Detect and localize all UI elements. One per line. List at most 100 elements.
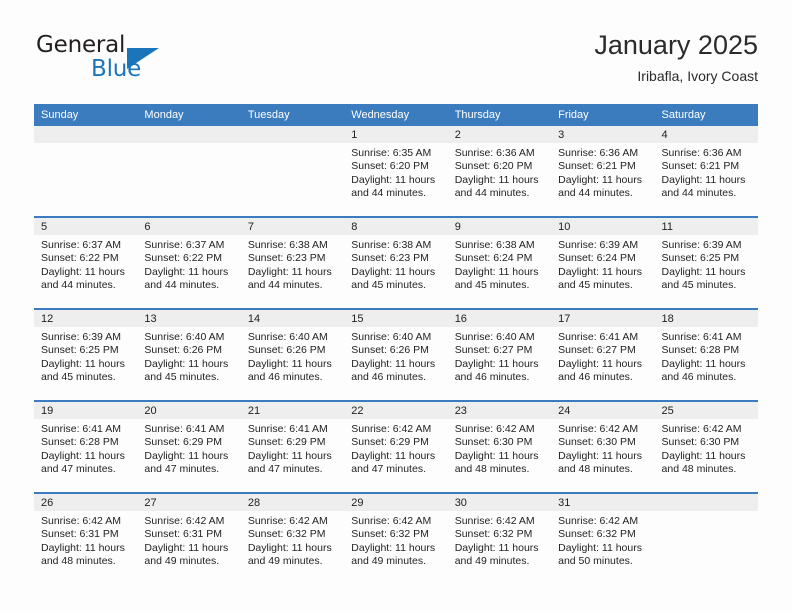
day-details: Sunrise: 6:38 AM Sunset: 6:23 PM Daylight:… [344,235,447,293]
sunset-time: Sunset: 6:21 PM [661,160,740,173]
sunset-time: Sunset: 6:27 PM [454,344,533,357]
day-cell-inner: 7 Sunrise: 6:38 AM Sunset: 6:23 PM Daylight… [240,218,345,308]
calendar-day-cell[interactable]: 13 Sunrise: 6:40 AM Sunset: 6:26 PM Dayligh… [137,308,241,401]
calendar-day-cell[interactable]: 4 Sunrise: 6:36 AM Sunset: 6:21 PM Daylight… [654,126,758,217]
weekday-header-thursday: Thursday [447,104,552,126]
daylight-duration-line-2: and 44 minutes. [454,187,530,200]
calendar-day-cell[interactable]: 31 Sunrise: 6:42 AM Sunset: 6:32 PM Dayligh… [551,492,655,584]
day-number: 6 [137,218,241,235]
day-number [654,494,758,511]
calendar-day-cell[interactable]: 9 Sunrise: 6:38 AM Sunset: 6:24 PM Daylight… [447,216,552,309]
calendar-day-cell[interactable]: 3 Sunrise: 6:36 AM Sunset: 6:21 PM Daylight… [551,126,655,217]
calendar-day-cell[interactable]: 12 Sunrise: 6:39 AM Sunset: 6:25 PM Dayligh… [34,308,138,401]
day-cell-inner: 8 Sunrise: 6:38 AM Sunset: 6:23 PM Daylight… [344,218,448,308]
day-cell-inner: 27 Sunrise: 6:42 AM Sunset: 6:31 PM Dayligh… [137,494,241,584]
daylight-duration-line-2: and 49 minutes. [144,555,220,568]
calendar-day-cell[interactable]: 26 Sunrise: 6:42 AM Sunset: 6:31 PM Dayligh… [34,492,138,584]
calendar-week-row: 19 Sunrise: 6:41 AM Sunset: 6:28 PM Dayligh… [34,400,758,493]
daylight-duration-line-1: Daylight: 11 hours [558,541,642,554]
daylight-duration-line-1: Daylight: 11 hours [351,541,436,554]
calendar-day-cell[interactable]: 23 Sunrise: 6:42 AM Sunset: 6:30 PM Dayligh… [447,400,552,493]
sunset-time: Sunset: 6:28 PM [661,344,740,357]
sunset-time: Sunset: 6:24 PM [558,252,636,265]
daylight-duration-line-2: and 44 minutes. [41,279,116,292]
day-cell-inner [654,494,758,584]
calendar-day-cell[interactable]: 8 Sunrise: 6:38 AM Sunset: 6:23 PM Daylight… [344,216,448,309]
calendar-day-cell[interactable]: 11 Sunrise: 6:39 AM Sunset: 6:25 PM Dayligh… [654,216,758,309]
day-details: Sunrise: 6:39 AM Sunset: 6:24 PM Daylight:… [551,235,654,293]
calendar-day-cell[interactable]: 18 Sunrise: 6:41 AM Sunset: 6:28 PM Dayligh… [654,308,758,401]
daylight-duration-line-2: and 49 minutes. [454,555,530,568]
sunset-time: Sunset: 6:32 PM [454,528,533,541]
day-cell-inner: 28 Sunrise: 6:42 AM Sunset: 6:32 PM Dayligh… [240,494,345,584]
calendar-day-cell[interactable]: 24 Sunrise: 6:42 AM Sunset: 6:30 PM Dayligh… [551,400,655,493]
daylight-duration-line-2: and 48 minutes. [661,463,737,476]
sunset-time: Sunset: 6:26 PM [351,344,429,357]
calendar-day-cell[interactable]: 6 Sunrise: 6:37 AM Sunset: 6:22 PM Daylight… [137,216,241,309]
sunset-time: Sunset: 6:30 PM [558,436,636,449]
sunset-time: Sunset: 6:25 PM [661,252,740,265]
sunset-time: Sunset: 6:25 PM [41,344,119,357]
calendar-day-cell[interactable]: 5 Sunrise: 6:37 AM Sunset: 6:22 PM Daylight… [34,216,138,309]
sunset-time: Sunset: 6:28 PM [41,436,119,449]
calendar-day-cell[interactable]: 1 Sunrise: 6:35 AM Sunset: 6:20 PM Daylight… [344,126,448,217]
day-details: Sunrise: 6:38 AM Sunset: 6:24 PM Daylight:… [448,235,551,293]
sunrise-time: Sunrise: 6:42 AM [661,423,742,435]
day-number: 29 [344,494,448,511]
day-cell-inner: 4 Sunrise: 6:36 AM Sunset: 6:21 PM Daylight… [654,126,758,216]
calendar-day-cell[interactable]: 16 Sunrise: 6:40 AM Sunset: 6:27 PM Dayligh… [447,308,552,401]
calendar-day-cell[interactable]: 22 Sunrise: 6:42 AM Sunset: 6:29 PM Dayligh… [344,400,448,493]
daylight-duration-line-1: Daylight: 11 hours [454,357,539,370]
daylight-duration-line-2: and 50 minutes. [558,555,633,568]
sunrise-time: Sunrise: 6:41 AM [41,423,121,435]
calendar-day-cell[interactable]: 10 Sunrise: 6:39 AM Sunset: 6:24 PM Dayligh… [551,216,655,309]
calendar-day-cell[interactable]: 30 Sunrise: 6:42 AM Sunset: 6:32 PM Dayligh… [447,492,552,584]
day-details: Sunrise: 6:41 AM Sunset: 6:29 PM Daylight:… [241,419,344,477]
calendar-day-cell[interactable]: 29 Sunrise: 6:42 AM Sunset: 6:32 PM Dayligh… [344,492,448,584]
calendar-week-row: 26 Sunrise: 6:42 AM Sunset: 6:31 PM Dayligh… [34,492,758,584]
calendar-day-cell[interactable]: 2 Sunrise: 6:36 AM Sunset: 6:20 PM Daylight… [447,126,552,217]
calendar-day-cell[interactable]: 25 Sunrise: 6:42 AM Sunset: 6:30 PM Dayligh… [654,400,758,493]
day-cell-inner [137,126,241,216]
calendar-day-cell[interactable]: 17 Sunrise: 6:41 AM Sunset: 6:27 PM Dayligh… [551,308,655,401]
daylight-duration-line-1: Daylight: 11 hours [351,173,436,186]
calendar-day-cell[interactable]: 7 Sunrise: 6:38 AM Sunset: 6:23 PM Daylight… [240,216,345,309]
sunrise-time: Sunrise: 6:42 AM [454,515,535,527]
calendar-day-cell[interactable]: 21 Sunrise: 6:41 AM Sunset: 6:29 PM Dayligh… [240,400,345,493]
sunset-time: Sunset: 6:31 PM [144,528,223,541]
day-details: Sunrise: 6:36 AM Sunset: 6:21 PM Daylight:… [655,143,758,201]
day-cell-inner: 25 Sunrise: 6:42 AM Sunset: 6:30 PM Dayligh… [654,402,758,492]
daylight-duration-line-2: and 49 minutes. [247,555,323,568]
daylight-duration-line-1: Daylight: 11 hours [351,449,436,462]
sunset-time: Sunset: 6:23 PM [247,252,326,265]
day-details: Sunrise: 6:38 AM Sunset: 6:23 PM Daylight:… [241,235,344,293]
day-number: 28 [240,494,345,511]
day-details: Sunrise: 6:42 AM Sunset: 6:30 PM Daylight:… [448,419,551,477]
day-number: 20 [137,402,241,419]
day-details: Sunrise: 6:42 AM Sunset: 6:30 PM Daylight:… [655,419,758,477]
day-number: 31 [551,494,655,511]
daylight-duration-line-2: and 47 minutes. [41,463,116,476]
calendar-day-cell[interactable]: 27 Sunrise: 6:42 AM Sunset: 6:31 PM Dayligh… [137,492,241,584]
daylight-duration-line-2: and 45 minutes. [351,279,426,292]
daylight-duration-line-1: Daylight: 11 hours [144,449,229,462]
calendar-day-cell[interactable]: 28 Sunrise: 6:42 AM Sunset: 6:32 PM Dayligh… [240,492,345,584]
calendar-day-cell[interactable]: 15 Sunrise: 6:40 AM Sunset: 6:26 PM Dayligh… [344,308,448,401]
day-cell-inner: 21 Sunrise: 6:41 AM Sunset: 6:29 PM Dayligh… [240,402,345,492]
daylight-duration-line-1: Daylight: 11 hours [454,265,539,278]
daylight-duration-line-1: Daylight: 11 hours [558,357,642,370]
day-number: 5 [34,218,138,235]
day-cell-inner: 19 Sunrise: 6:41 AM Sunset: 6:28 PM Dayligh… [34,402,138,492]
day-number: 12 [34,310,138,327]
calendar-day-cell[interactable]: 20 Sunrise: 6:41 AM Sunset: 6:29 PM Dayligh… [137,400,241,493]
calendar-day-cell[interactable]: 19 Sunrise: 6:41 AM Sunset: 6:28 PM Dayligh… [34,400,138,493]
daylight-duration-line-1: Daylight: 11 hours [558,265,642,278]
day-cell-inner: 16 Sunrise: 6:40 AM Sunset: 6:27 PM Dayligh… [447,310,552,400]
sunset-time: Sunset: 6:24 PM [454,252,533,265]
sunrise-time: Sunrise: 6:36 AM [454,147,535,159]
calendar-day-cell[interactable]: 14 Sunrise: 6:40 AM Sunset: 6:26 PM Dayligh… [240,308,345,401]
general-blue-logo[interactable]: General Blue [34,32,224,90]
daylight-duration-line-2: and 45 minutes. [454,279,530,292]
calendar-day-cell-empty [137,126,241,217]
day-details: Sunrise: 6:35 AM Sunset: 6:20 PM Daylight:… [344,143,447,201]
